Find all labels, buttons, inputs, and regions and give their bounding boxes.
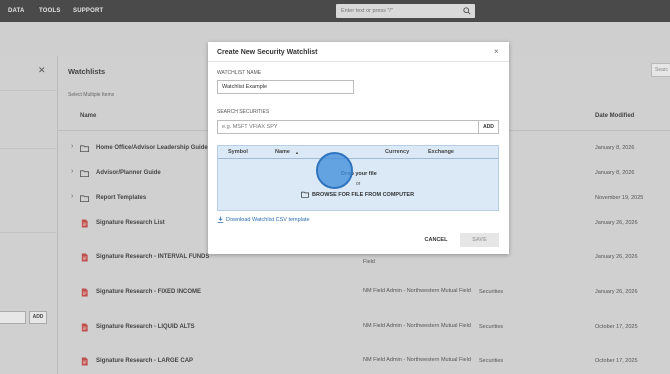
row-name[interactable]: Advisor/Planner Guide xyxy=(96,170,161,176)
csv-link-label[interactable]: Download Watchlist CSV template xyxy=(226,217,310,223)
folder-icon xyxy=(80,195,89,203)
nav-tools[interactable]: TOOLS xyxy=(39,8,61,14)
download-csv-template-link[interactable]: Download Watchlist CSV template xyxy=(217,216,310,223)
close-icon[interactable]: ✕ xyxy=(38,65,46,76)
row-name[interactable]: Signature Research - FIXED INCOME xyxy=(96,289,201,295)
row-date-modified: January 8, 2026 xyxy=(595,145,635,151)
left-add-input[interactable] xyxy=(0,311,26,324)
table-header-divider xyxy=(218,158,498,159)
document-icon xyxy=(81,219,88,228)
modal-divider xyxy=(208,61,509,62)
table-row[interactable]: Signature Research - LIQUID ALTS NM Field… xyxy=(58,323,670,332)
cancel-button[interactable]: CANCEL xyxy=(421,234,451,247)
file-drop-zone[interactable]: Symbol Name ▲ Currency Exchange Drop you… xyxy=(217,145,499,211)
row-owner: Field xyxy=(363,259,375,265)
row-name[interactable]: Signature Research - INTERVAL FUNDS xyxy=(96,254,209,260)
row-type: Securities xyxy=(479,324,504,330)
select-multiple-items[interactable]: Select Multiple Items xyxy=(68,92,114,98)
folder-icon xyxy=(80,170,89,178)
column-currency[interactable]: Currency xyxy=(385,149,409,155)
divider xyxy=(0,90,58,91)
page-title: Watchlists xyxy=(68,67,106,76)
row-name[interactable]: Signature Research List xyxy=(96,220,165,226)
sort-ascending-icon: ▲ xyxy=(295,150,299,155)
nav-data[interactable]: DATA xyxy=(8,8,25,14)
column-name[interactable]: Name xyxy=(275,149,290,155)
column-exchange[interactable]: Exchange xyxy=(428,149,454,155)
document-icon xyxy=(81,288,88,297)
browse-file-button[interactable]: BROWSE FOR FILE FROM COMPUTER xyxy=(312,192,414,198)
row-date-modified: October 17, 2025 xyxy=(595,324,638,330)
nav-support[interactable]: SUPPORT xyxy=(73,8,103,14)
table-row[interactable]: Signature Research - FIXED INCOME NM Fiel… xyxy=(58,288,670,297)
row-name[interactable]: Report Templates xyxy=(96,195,146,201)
download-icon xyxy=(217,216,224,223)
document-icon xyxy=(81,357,88,366)
chevron-right-icon[interactable]: › xyxy=(71,193,73,200)
cursor-highlight xyxy=(316,152,353,189)
chevron-right-icon[interactable]: › xyxy=(71,168,73,175)
search-icon[interactable] xyxy=(463,7,471,15)
global-search xyxy=(336,4,475,18)
row-type: Securities xyxy=(479,358,504,364)
folder-icon xyxy=(301,191,309,198)
column-header-date-modified[interactable]: Date Modified xyxy=(595,113,634,119)
divider xyxy=(0,148,58,149)
row-name[interactable]: Signature Research - LARGE CAP xyxy=(96,358,193,364)
watchlist-name-label: WATCHLIST NAME xyxy=(217,70,262,76)
folder-icon xyxy=(80,145,89,153)
left-add-button[interactable]: ADD xyxy=(29,311,47,324)
row-date-modified: January 8, 2026 xyxy=(595,170,635,176)
row-date-modified: January 26, 2026 xyxy=(595,254,638,260)
row-name[interactable]: Home Office/Advisor Leadership Guide xyxy=(96,145,208,151)
row-owner: NM Field Admin - Northwestern Mutual Fie… xyxy=(363,357,471,363)
row-owner: NM Field Admin - Northwestern Mutual Fie… xyxy=(363,288,471,294)
modal-title: Create New Security Watchlist xyxy=(217,49,318,56)
search-securities-input[interactable] xyxy=(217,120,479,134)
search-securities-label: SEARCH SECURITIES xyxy=(217,109,270,115)
document-icon xyxy=(81,323,88,332)
save-button[interactable]: SAVE xyxy=(460,233,499,247)
table-row[interactable]: Signature Research - LARGE CAP NM Field A… xyxy=(58,357,670,366)
create-watchlist-modal: Create New Security Watchlist × WATCHLIS… xyxy=(208,42,509,254)
row-date-modified: January 26, 2026 xyxy=(595,220,638,226)
row-date-modified: January 26, 2026 xyxy=(595,289,638,295)
add-security-button[interactable]: ADD xyxy=(479,120,499,134)
divider xyxy=(0,232,58,233)
watchlist-search-input[interactable]: Searc xyxy=(651,63,670,77)
document-icon xyxy=(81,253,88,262)
column-symbol[interactable]: Symbol xyxy=(228,149,248,155)
column-header-name[interactable]: Name xyxy=(80,113,96,119)
global-search-input[interactable] xyxy=(336,4,461,18)
row-date-modified: November 19, 2025 xyxy=(595,195,644,201)
modal-close-icon[interactable]: × xyxy=(494,47,499,56)
chevron-right-icon[interactable]: › xyxy=(71,143,73,150)
row-name[interactable]: Signature Research - LIQUID ALTS xyxy=(96,324,195,330)
row-owner: NM Field Admin - Northwestern Mutual Fie… xyxy=(363,323,471,329)
row-date-modified: October 17, 2025 xyxy=(595,358,638,364)
row-type: Securities xyxy=(479,289,504,295)
watchlist-name-input[interactable] xyxy=(217,80,354,94)
left-panel: ✕ ADD xyxy=(0,56,58,374)
top-nav: DATA TOOLS SUPPORT xyxy=(0,0,670,22)
or-text: or xyxy=(356,181,361,187)
